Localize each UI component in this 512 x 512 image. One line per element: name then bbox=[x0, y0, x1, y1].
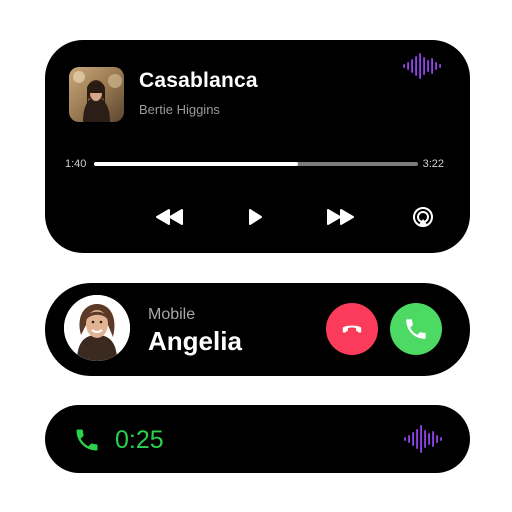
elapsed-time: 1:40 bbox=[65, 158, 87, 170]
caller-type: Mobile bbox=[148, 306, 196, 323]
song-artist: Bertie Higgins bbox=[139, 102, 220, 117]
hang-up-icon bbox=[342, 325, 362, 333]
accept-call-button[interactable] bbox=[390, 303, 442, 355]
rewind-button[interactable] bbox=[153, 206, 187, 228]
waveform-icon bbox=[404, 425, 442, 453]
active-call-island[interactable]: 0:25 bbox=[45, 405, 470, 473]
avatar bbox=[64, 295, 130, 361]
incoming-call-island[interactable]: Mobile Angelia bbox=[45, 283, 470, 376]
progress-bar[interactable] bbox=[94, 162, 418, 166]
fast-forward-icon bbox=[327, 209, 354, 225]
play-icon bbox=[249, 209, 262, 225]
song-title: Casablanca bbox=[139, 69, 258, 92]
phone-icon bbox=[406, 319, 426, 339]
airplay-button[interactable] bbox=[411, 206, 435, 228]
total-time: 3:22 bbox=[422, 158, 444, 170]
airplay-icon bbox=[413, 207, 433, 227]
music-player-island[interactable]: Casablanca Bertie Higgins 1:40 3:22 bbox=[45, 40, 470, 253]
phone-icon bbox=[76, 429, 98, 451]
caller-name: Angelia bbox=[148, 326, 242, 356]
decline-call-button[interactable] bbox=[326, 303, 378, 355]
progress-bar-fill bbox=[94, 162, 299, 166]
call-timer: 0:25 bbox=[115, 426, 164, 454]
fast-forward-button[interactable] bbox=[323, 206, 357, 228]
waveform-icon bbox=[403, 53, 441, 79]
album-art bbox=[69, 67, 124, 122]
play-button[interactable] bbox=[244, 206, 266, 228]
rewind-icon bbox=[156, 209, 183, 225]
